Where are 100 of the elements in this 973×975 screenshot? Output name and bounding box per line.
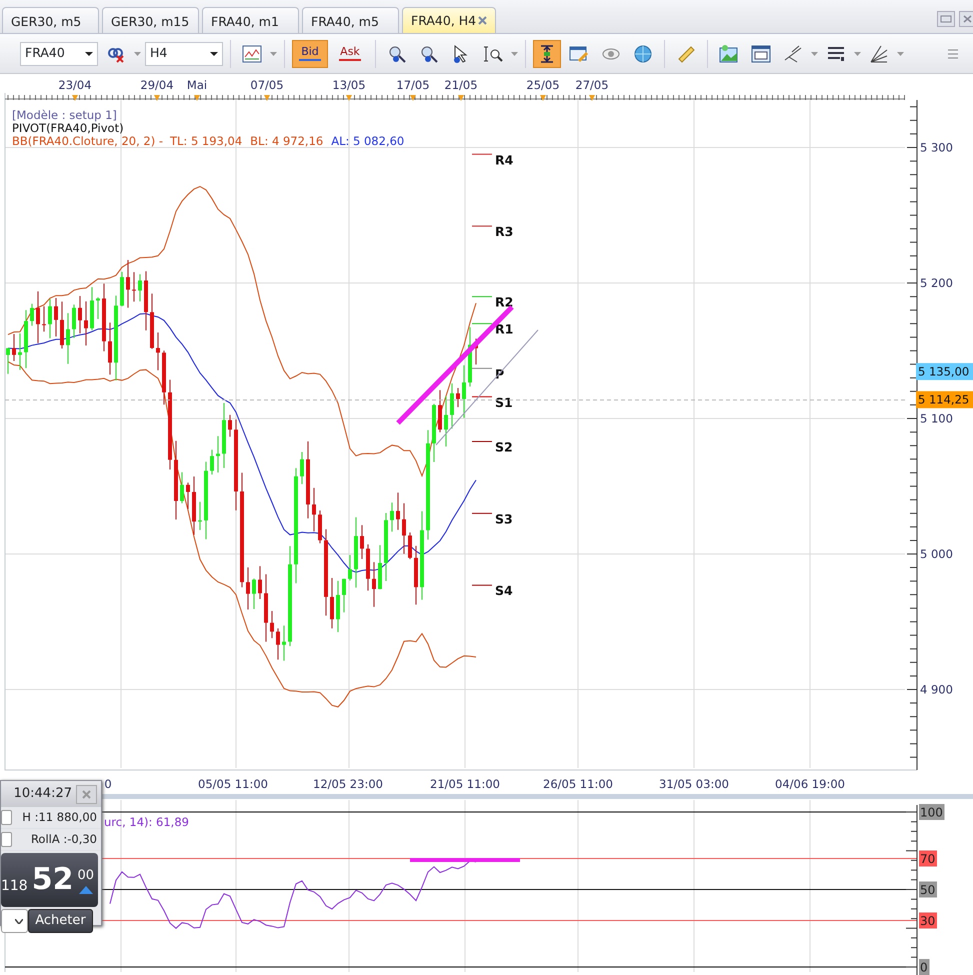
info-label: RollA :-0,30 [30,830,97,848]
date-marker-icon [194,95,200,101]
dropdown-caret-icon [897,52,904,56]
rsi-level-label: 70 [919,850,937,866]
zoom-range-icon [483,44,503,64]
buy-button[interactable]: Acheter [28,909,93,933]
pivot-label: S3 [495,511,513,526]
clock-label: 10:44:27 [14,785,72,804]
price-tag: 5 114,25 [916,391,973,408]
date-marker-icon [540,95,546,101]
pivot-line [472,441,492,442]
triangle-up-icon [78,885,93,894]
rsi-level-label: 100 [919,804,944,820]
pivot-line [472,584,492,586]
price-fraction: 00 [77,866,94,885]
fork-icon [783,44,803,64]
date-marker-icon [458,95,464,101]
zoom-in-icon [387,44,407,64]
caret-icon [85,52,93,56]
zoom-out-icon [419,44,439,64]
date-label: 23/04 [58,78,92,92]
dropdown-field[interactable]: H4 [145,42,223,66]
date-label: 13/05 [332,78,366,92]
rsi-legend: urc, 14): 61,89 [104,815,189,829]
template-label: [Modèle : setup 1] [12,108,117,122]
pivot-label: S4 [495,583,513,598]
chart-tab[interactable]: GER30, m5 [2,7,99,33]
date-marker-icon [589,95,595,101]
caret-icon [15,918,23,924]
time-label: 31/05 03:00 [659,777,729,791]
price-axis-label: 5 100 [920,412,953,426]
date-label: 17/05 [396,78,430,92]
autoscale-button[interactable] [533,40,561,68]
chart-tab[interactable]: FRA40, m1 [202,7,299,33]
dropdown-caret-icon [134,52,141,56]
dropdown-caret-icon [511,52,518,56]
dropdown-caret-icon [811,52,818,56]
ruler-icon [676,44,696,64]
date-label: 25/05 [526,78,560,92]
date-label: Mai [186,78,208,92]
dropdown-caret-icon [854,52,861,56]
pivot-line [472,296,492,298]
pivot-label: R4 [495,152,514,168]
window-edit-icon [569,44,589,64]
date-label: 07/05 [250,78,284,92]
price-axis-label: 4 900 [920,682,953,696]
indicator-label: BB(FRA40.Cloture, 20, 2) - TL: 5 193,04 BL: 4 972,16 AL: 5 082,60 [12,134,404,148]
pivot-line [472,323,492,324]
image-icon [719,44,739,64]
date-marker-icon [154,95,160,101]
globe-icon [633,44,653,64]
price-axis-label: 5 300 [920,140,953,154]
date-marker-icon [346,95,352,101]
price-tag: 5 135,00 [916,363,973,380]
price-main: 52 [32,865,74,895]
quantity-dropdown[interactable] [1,909,28,933]
chart-tab[interactable]: FRA40, H4 [402,7,496,33]
time-label: 05/05 11:00 [198,777,268,791]
pivot-line [472,226,492,227]
info-label: H :11 880,00 [22,808,97,826]
date-label: 21/05 [444,78,478,92]
time-label: 12/05 23:00 [313,777,383,791]
rsi-level-label: 0 [919,959,930,975]
pivot-label: R1 [495,322,514,337]
close-icon [478,16,487,25]
dropdown-field[interactable]: FRA40 [20,42,98,66]
pivot-label: R3 [495,224,514,240]
restore-window-icon [937,11,955,27]
time-label: 21/05 11:00 [430,777,500,791]
pivot-line [472,512,492,514]
pivot-line [472,396,492,398]
rsi-level-label: 30 [919,912,937,928]
date-label: 27/05 [575,78,609,92]
window-icon [751,44,771,64]
pivot-label: R2 [495,294,514,310]
price-mode-button[interactable]: Bid [292,40,328,68]
price-mode-button[interactable]: Ask [332,40,368,68]
pivot-label: S2 [495,440,513,455]
date-label: 29/04 [140,78,174,92]
price-axis-label: 5 000 [920,547,953,561]
price-axis-label: 5 200 [920,276,953,290]
line-chart-icon [242,44,262,64]
price-prefix: 118 [0,877,28,896]
close-window-icon [959,11,973,27]
pivot-line [472,368,492,369]
date-marker-icon [72,95,78,101]
time-label: 0 [104,777,112,791]
date-marker-icon [264,95,270,101]
chart-tab[interactable]: FRA40, m5 [302,7,399,33]
caret-icon [210,52,218,56]
indicator-label: PIVOT(FRA40,Pivot) [12,121,124,135]
chart-tab[interactable]: GER30, m15 [102,7,199,33]
checkbox[interactable] [1,810,12,825]
checkbox[interactable] [1,832,12,847]
rsi-level-label: 50 [919,882,937,898]
date-marker-icon [410,95,416,101]
pivot-line [472,154,492,155]
time-label: 04/06 19:00 [775,777,845,791]
dropdown-caret-icon [270,52,277,56]
close-icon [82,790,91,798]
